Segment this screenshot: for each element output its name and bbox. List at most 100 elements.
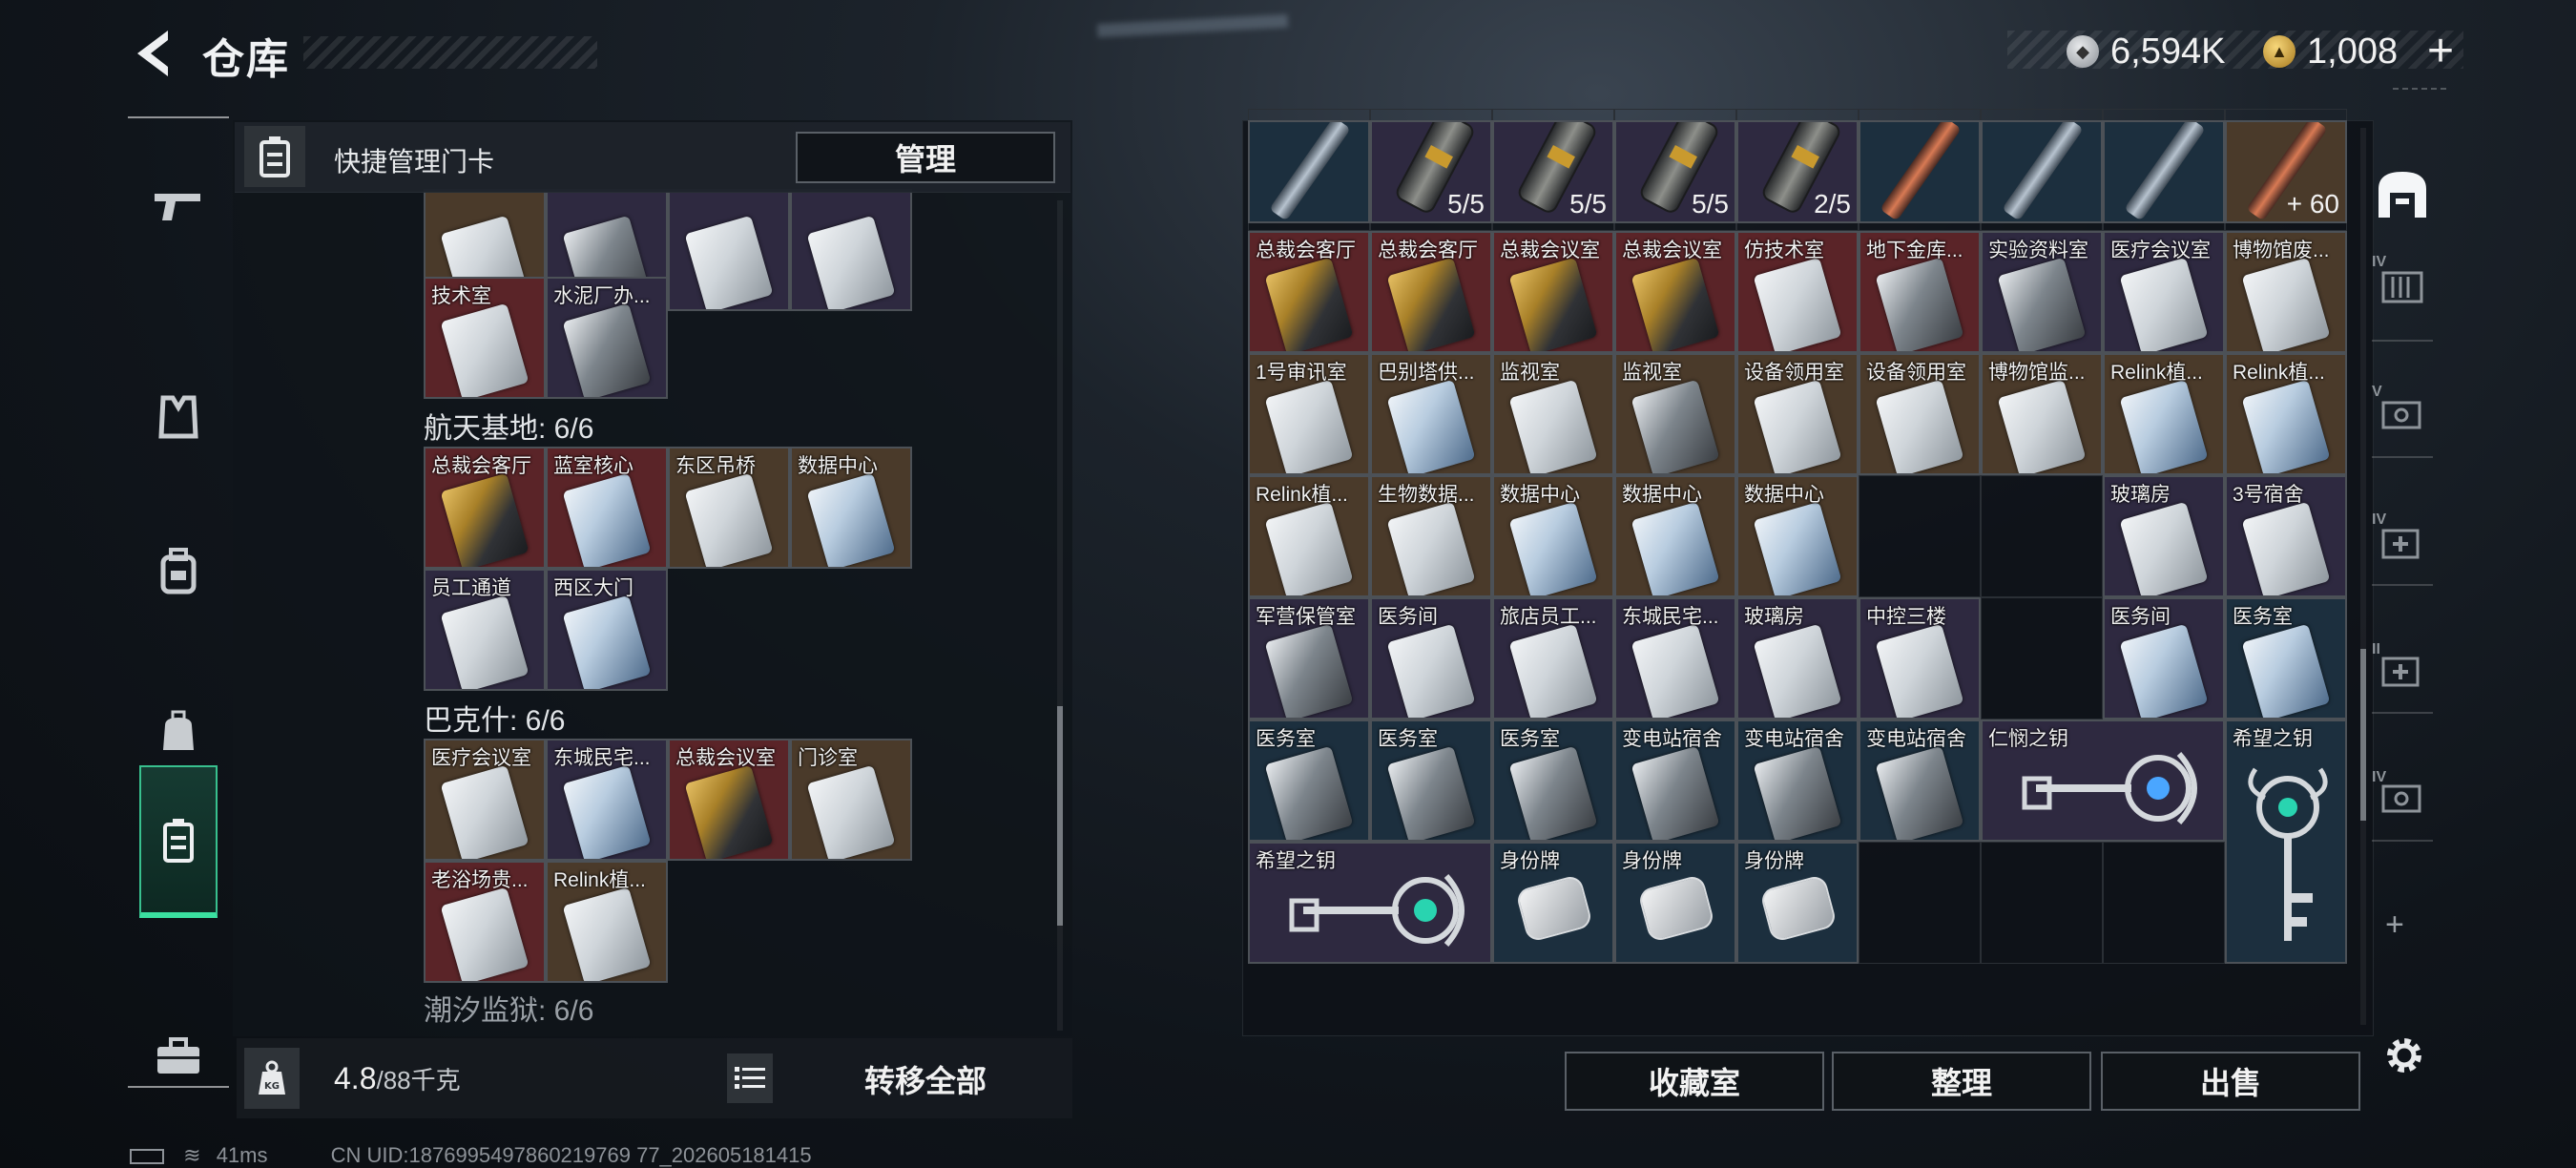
dog-tag-item[interactable]: 身份牌 [1736, 842, 1859, 964]
keycard-item[interactable]: 设备领用室 [1859, 353, 1981, 475]
list-view-button[interactable] [727, 1053, 773, 1103]
keycard-item[interactable]: 3号宿舍 [2225, 475, 2347, 597]
keycard-item[interactable]: 总裁会客厅 [1370, 231, 1492, 353]
storage-scrollbar-thumb[interactable] [2360, 649, 2366, 821]
storage-tab-5[interactable] [2372, 639, 2433, 700]
keycard-item[interactable]: 总裁会议室 [1614, 231, 1736, 353]
keycard-slot[interactable]: 西区大门 [546, 569, 668, 691]
keycard-item[interactable]: 地下金库... [1859, 231, 1981, 353]
key-item[interactable]: 仁悯之钥 [1981, 720, 2225, 842]
rail-tab-weapons[interactable] [141, 155, 216, 260]
left-scrollbar-thumb[interactable] [1057, 706, 1063, 926]
keycard-item[interactable]: Relink植... [2103, 353, 2225, 475]
keycard-slot[interactable]: 蓝室核心 [546, 447, 668, 569]
transfer-all-button[interactable]: 转移全部 [821, 1053, 1030, 1105]
consumable-item[interactable]: 5/5 [1614, 120, 1736, 223]
keycard-item[interactable]: 变电站宿舍 [1614, 720, 1736, 842]
keycard-item[interactable]: 玻璃房 [1736, 597, 1859, 720]
key-item[interactable]: 希望之钥 [1248, 842, 1492, 964]
keycard-item[interactable]: 中控三楼 [1859, 597, 1981, 720]
key-item[interactable]: 希望之钥 [2225, 720, 2347, 964]
collection-room-button[interactable]: 收藏室 [1565, 1052, 1824, 1111]
empty-slot[interactable] [1981, 842, 2103, 964]
keycard-slot[interactable]: 员工通道 [424, 569, 546, 691]
keycard-item[interactable]: 变电站宿舍 [1736, 720, 1859, 842]
consumable-item[interactable] [2103, 120, 2225, 223]
dog-tag-item[interactable]: 身份牌 [1614, 842, 1736, 964]
dog-tag-item[interactable]: 身份牌 [1492, 842, 1614, 964]
keycard-item[interactable]: 实验资料室 [1981, 231, 2103, 353]
keycard-item[interactable]: 数据中心 [1736, 475, 1859, 597]
empty-slot[interactable] [1981, 597, 2103, 720]
keycard-item[interactable]: 数据中心 [1614, 475, 1736, 597]
keycard-item[interactable]: 博物馆监... [1981, 353, 2103, 475]
empty-slot[interactable] [1981, 475, 2103, 597]
keycard-item[interactable]: 1号审讯室 [1248, 353, 1370, 475]
keycard-item[interactable]: 数据中心 [1492, 475, 1614, 597]
keycard-slot[interactable] [790, 189, 912, 311]
consumable-item[interactable] [1859, 120, 1981, 223]
consumable-item[interactable] [1248, 120, 1370, 223]
manage-button[interactable]: 管理 [796, 132, 1055, 183]
keycard-slot[interactable]: 东区吊桥 [668, 447, 790, 569]
empty-slot[interactable] [2103, 842, 2225, 964]
keycard-item[interactable]: 监视室 [1492, 353, 1614, 475]
keycard-slot[interactable]: 总裁会客厅 [424, 447, 546, 569]
keycard-slot[interactable] [668, 189, 790, 311]
keycard-slot[interactable]: 医疗会议室 [424, 739, 546, 861]
keycard-item[interactable]: 玻璃房 [2103, 475, 2225, 597]
keycard-item[interactable]: 生物数据... [1370, 475, 1492, 597]
keycard-slot[interactable]: 技术室 [424, 277, 546, 399]
keycard-item[interactable]: 医务室 [1370, 720, 1492, 842]
keycard-item[interactable]: 设备领用室 [1736, 353, 1859, 475]
storage-tab-main[interactable] [2372, 164, 2433, 225]
storage-tab-3[interactable] [2372, 384, 2433, 445]
rail-tab-armor[interactable] [141, 365, 216, 469]
consumable-item[interactable] [1981, 120, 2103, 223]
keycard-slot[interactable]: 老浴场贵... [424, 861, 546, 983]
keycard-slot[interactable]: 门诊室 [790, 739, 912, 861]
rail-tab-briefcase[interactable] [141, 1004, 216, 1109]
rail-tab-backpack[interactable] [141, 519, 216, 624]
keycard-slot[interactable]: 数据中心 [790, 447, 912, 569]
consumable-item[interactable]: 5/5 [1492, 120, 1614, 223]
keycard-item[interactable]: 医务室 [1248, 720, 1370, 842]
rail-tab-keycards[interactable] [139, 765, 218, 918]
sell-button[interactable]: 出售 [2101, 1052, 2360, 1111]
keycard-slot[interactable]: Relink植... [546, 861, 668, 983]
storage-tab-6[interactable] [2372, 767, 2433, 828]
storage-scrollbar[interactable] [2360, 128, 2366, 1025]
consumable-item[interactable]: 2/5 [1736, 120, 1859, 223]
keycard-item[interactable]: 军营保管室 [1248, 597, 1370, 720]
add-currency-button[interactable]: + [2427, 25, 2454, 77]
keycard-item[interactable]: 监视室 [1614, 353, 1736, 475]
keycard-item[interactable]: 巴别塔供... [1370, 353, 1492, 475]
gear-icon[interactable] [2379, 1031, 2429, 1080]
keycard-item[interactable]: 医务间 [1370, 597, 1492, 720]
keycard-item[interactable]: 总裁会客厅 [1248, 231, 1370, 353]
empty-slot[interactable] [1859, 842, 1981, 964]
consumable-item[interactable]: + 60 [2225, 120, 2347, 223]
keycard-item[interactable]: 旅店员工... [1492, 597, 1614, 720]
sort-button[interactable]: 整理 [1832, 1052, 2091, 1111]
keycard-item[interactable]: 医务间 [2103, 597, 2225, 720]
keycard-item[interactable]: 医务室 [2225, 597, 2347, 720]
keycard-slot[interactable]: 水泥厂办... [546, 277, 668, 399]
keycard-item[interactable]: 总裁会议室 [1492, 231, 1614, 353]
keycard-item[interactable]: 东城民宅... [1614, 597, 1736, 720]
keycard-item[interactable]: 医务室 [1492, 720, 1614, 842]
keycard-slot[interactable]: 总裁会议室 [668, 739, 790, 861]
keycard-item[interactable]: 医疗会议室 [2103, 231, 2225, 353]
keycard-item[interactable]: 变电站宿舍 [1859, 720, 1981, 842]
keycard-item[interactable]: 仿技术室 [1736, 231, 1859, 353]
storage-tab-2[interactable] [2372, 256, 2433, 317]
consumable-item[interactable]: 5/5 [1370, 120, 1492, 223]
storage-tab-4[interactable] [2372, 511, 2433, 573]
keycard-slot[interactable]: 东城民宅... [546, 739, 668, 861]
keycard-item[interactable]: 博物馆废... [2225, 231, 2347, 353]
keycard-item[interactable]: Relink植... [2225, 353, 2347, 475]
back-arrow-icon[interactable] [130, 27, 174, 80]
empty-slot[interactable] [1859, 475, 1981, 597]
add-storage-tab-button[interactable]: + [2385, 907, 2404, 944]
keycard-item[interactable]: Relink植... [1248, 475, 1370, 597]
